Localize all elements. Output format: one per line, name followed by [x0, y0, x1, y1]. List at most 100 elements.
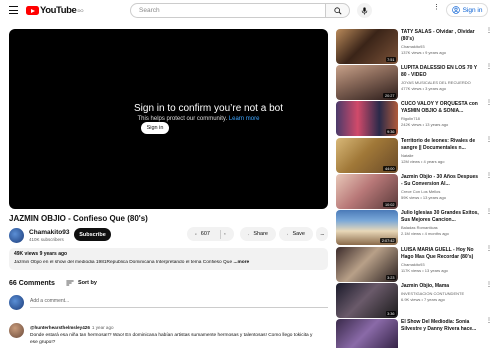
video-thumbnail[interactable]: 3:36	[336, 283, 398, 318]
video-title: JAZMIN OBJIO - Confieso Que (80's)	[9, 214, 148, 223]
more-options-icon[interactable]: ⋮	[486, 101, 492, 106]
channel-name[interactable]: Chamakito93	[29, 229, 69, 236]
sort-comments-button[interactable]: Sort by	[66, 280, 97, 286]
recommendation-channel[interactable]: Crece Con Los Mellos	[401, 189, 481, 194]
save-playlist-icon	[287, 233, 289, 235]
recommendation-meta: 137K views • 9 years ago	[401, 49, 446, 55]
share-icon	[248, 233, 250, 235]
more-options-icon[interactable]: ⋮	[486, 174, 492, 179]
signin-label: Sign in	[462, 6, 483, 14]
search-placeholder: Search	[139, 7, 160, 14]
recommendation-channel[interactable]: INVESTIGACION CONTUNDENTE	[401, 291, 481, 296]
recommendation-item[interactable]: 44:00 Territorio de leones: Rivales de s…	[336, 138, 496, 174]
recommendation-title[interactable]: Julio Iglesias 30 Grandes Exitos, Sus Me…	[401, 210, 481, 223]
voice-search-button[interactable]	[357, 3, 372, 18]
like-count: 607	[200, 231, 210, 237]
recommendation-title[interactable]: TATY SALAS - Olvidar , Olvidar (80's)	[401, 29, 481, 42]
recommendation-meta: 117K views • 13 years ago	[401, 267, 448, 273]
recommendation-item[interactable]: El Show Del Mediodia: Sonia Silvestre y …	[336, 319, 496, 348]
recommendation-item[interactable]: 3:23 LUISA MARIA GUELL - Hoy No Hago Mas…	[336, 247, 496, 283]
description-meta: 49K views 9 years ago	[14, 251, 68, 257]
recommendation-item[interactable]: 10:02 Jazmin Objio - 30 Años Despues - S…	[336, 174, 496, 210]
recommendation-meta: 59K views • 13 years ago	[401, 194, 446, 200]
comment-author-avatar[interactable]	[9, 323, 24, 338]
recommendation-info: CUCO VALOY Y ORQUESTA con YASMIN OBJIO &…	[401, 101, 481, 127]
sort-icon	[66, 280, 74, 286]
share-label: Share	[253, 231, 268, 237]
recommendation-item[interactable]: 3:36 Jazmin Objio, Mama INVESTIGACION CO…	[336, 283, 496, 319]
video-thumbnail[interactable]: 3:23	[336, 247, 398, 282]
comment-author-name[interactable]: @hunterhearsthelmsley426	[30, 325, 90, 330]
recommendation-item[interactable]: 7:51 TATY SALAS - Olvidar , Olvidar (80'…	[336, 29, 496, 65]
recommendation-title[interactable]: Jazmin Objio, Mama	[401, 283, 481, 290]
recommendation-channel[interactable]: JOYAS MUSICALES DEL RECUERDO	[401, 80, 481, 85]
learn-more-link[interactable]: Learn more	[229, 116, 260, 122]
recommendation-title[interactable]: Jazmin Objio - 30 Años Despues - Su Conv…	[401, 174, 481, 187]
video-thumbnail[interactable]: 9:36	[336, 101, 398, 136]
recommendation-title[interactable]: LUPITA DALESSIO EN LOS 70 Y 80 - VIDEO	[401, 65, 481, 78]
subscribe-button[interactable]: Subscribe	[74, 228, 111, 241]
video-player[interactable]: Sign in to confirm you’re not a bot This…	[9, 29, 328, 209]
signin-button[interactable]: Sign in	[446, 3, 488, 17]
more-options-icon[interactable]: ⋮	[486, 65, 492, 70]
user-avatar	[9, 295, 24, 310]
recommendation-channel[interactable]: Baladas Romanticas	[401, 225, 481, 230]
youtube-play-icon	[26, 6, 39, 15]
like-button[interactable]: 607	[187, 227, 234, 241]
more-options-icon[interactable]: ⋮	[486, 29, 492, 34]
bot-check-title: Sign in to confirm you’re not a bot	[134, 103, 283, 114]
menu-icon[interactable]	[9, 6, 18, 14]
recommendation-info: El Show Del Mediodia: Sonia Silvestre y …	[401, 319, 481, 332]
more-options-icon[interactable]: ⋮	[486, 247, 492, 252]
recommendation-channel[interactable]: Chamakito93	[401, 262, 481, 267]
microphone-icon	[361, 6, 368, 15]
more-options-icon[interactable]: ⋮	[486, 210, 492, 215]
video-thumbnail[interactable]	[336, 319, 398, 348]
recommendation-title[interactable]: CUCO VALOY Y ORQUESTA con YASMIN OBJIO &…	[401, 101, 481, 114]
recommendation-channel[interactable]: Natalie	[401, 153, 481, 158]
description-body: Jazmin Objio en el show del mediodia 198…	[14, 260, 233, 265]
video-duration: 9:36	[385, 129, 396, 134]
recommendation-item[interactable]: 20:27 LUPITA DALESSIO EN LOS 70 Y 80 - V…	[336, 65, 496, 101]
more-options-icon[interactable]: ⋮	[486, 138, 492, 143]
recommendation-item[interactable]: 2:07:42 Julio Iglesias 30 Grandes Exitos…	[336, 210, 496, 246]
player-signin-button[interactable]: Sign in	[141, 122, 169, 134]
share-button[interactable]: Share	[240, 227, 276, 241]
recommendation-item[interactable]: 9:36 CUCO VALOY Y ORQUESTA con YASMIN OB…	[336, 101, 496, 137]
video-thumbnail[interactable]: 20:27	[336, 65, 398, 100]
video-thumbnail[interactable]: 44:00	[336, 138, 398, 173]
description-more[interactable]: ...more	[233, 260, 249, 265]
recommendation-title[interactable]: El Show Del Mediodia: Sonia Silvestre y …	[401, 319, 481, 332]
recommendation-info: Julio Iglesias 30 Grandes Exitos, Sus Me…	[401, 210, 481, 236]
top-bar: YouTube DO Search ⋮ Sign in	[0, 0, 500, 22]
comment-author[interactable]: @hunterhearsthelmsley426 1 year ago	[30, 325, 114, 330]
recommendation-info: Territorio de leones: Rivales de sangre …	[401, 138, 481, 164]
description-box[interactable]: 49K views 9 years ago Jazmin Objio en el…	[9, 248, 328, 270]
video-thumbnail[interactable]: 7:51	[336, 29, 398, 64]
recommendation-meta: 6.9K views • 7 years ago	[401, 297, 445, 302]
video-duration: 7:51	[385, 57, 396, 62]
video-duration: 3:23	[385, 275, 396, 280]
recommendation-channel[interactable]: Rigolin718	[401, 116, 481, 121]
recommendation-title[interactable]: LUISA MARIA GUELL - Hoy No Hago Mas Que …	[401, 247, 481, 260]
save-button[interactable]: Save	[279, 227, 313, 241]
more-options-icon[interactable]: ⋮	[486, 283, 492, 288]
video-thumbnail[interactable]: 2:07:42	[336, 210, 398, 245]
sort-label: Sort by	[78, 280, 97, 286]
search-input[interactable]: Search	[130, 3, 326, 18]
thumbs-down-icon[interactable]	[224, 230, 226, 238]
youtube-logo[interactable]: YouTube DO	[26, 5, 83, 16]
more-actions-button[interactable]: ...	[316, 227, 328, 241]
recommendation-title[interactable]: Territorio de leones: Rivales de sangre …	[401, 138, 481, 151]
channel-subscribers: 410K subscribers	[29, 237, 64, 242]
add-comment-input[interactable]: Add a comment...	[30, 298, 328, 308]
video-thumbnail[interactable]: 10:02	[336, 174, 398, 209]
comment-time[interactable]: 1 year ago	[92, 325, 114, 330]
recommendation-channel[interactable]: Chamakito93	[401, 44, 481, 49]
search-button[interactable]	[326, 3, 350, 18]
search-icon	[333, 6, 342, 15]
more-options-icon[interactable]: ⋮	[486, 319, 492, 324]
channel-avatar[interactable]	[9, 228, 24, 243]
settings-more-icon[interactable]: ⋮	[433, 4, 440, 11]
video-duration: 20:27	[383, 93, 396, 98]
